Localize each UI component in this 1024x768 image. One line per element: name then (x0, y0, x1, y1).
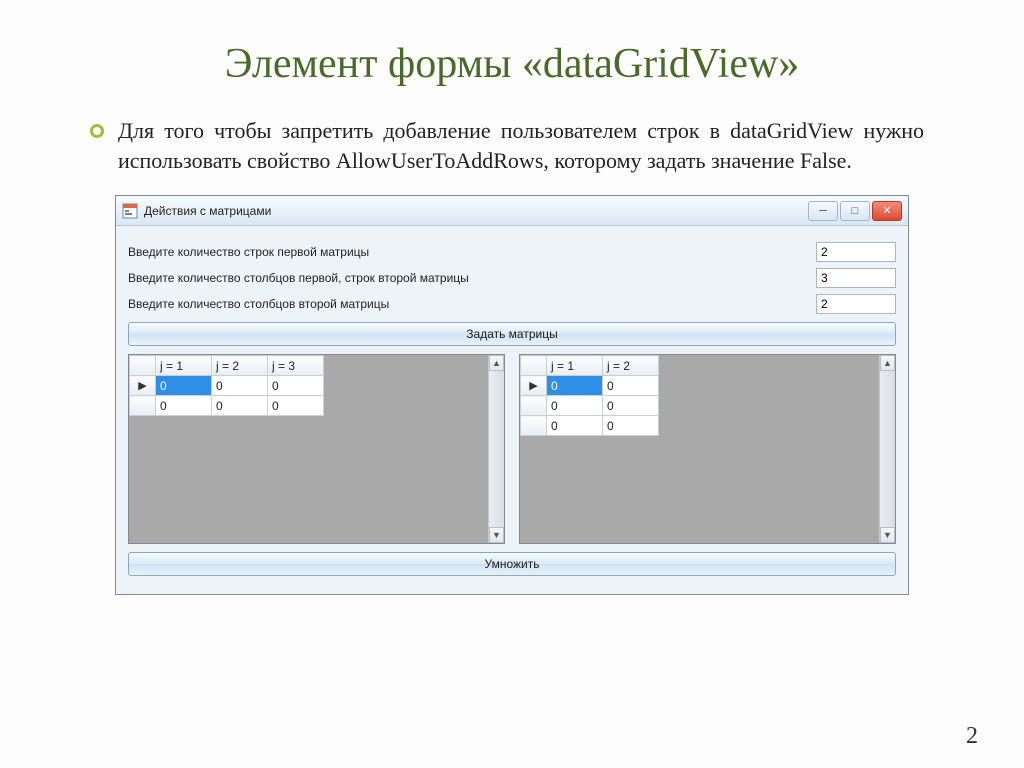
grid-cell[interactable]: 0 (212, 376, 268, 396)
minimize-button[interactable]: ─ (808, 201, 838, 221)
scrollbar-vertical[interactable]: ▲ ▼ (879, 355, 895, 543)
table-row[interactable]: 00 (521, 396, 659, 416)
input-cols1-rows2[interactable] (816, 268, 896, 288)
column-header[interactable]: j = 2 (212, 356, 268, 376)
row-header[interactable] (130, 396, 156, 416)
grid-cell[interactable]: 0 (547, 396, 603, 416)
column-header[interactable]: j = 1 (547, 356, 603, 376)
set-matrices-button[interactable]: Задать матрицы (128, 322, 896, 346)
row-header[interactable]: ▶ (130, 376, 156, 396)
column-header[interactable]: j = 3 (268, 356, 324, 376)
page-number: 2 (966, 723, 978, 750)
label-rows1: Введите количество строк первой матрицы (128, 245, 816, 259)
close-button[interactable]: ✕ (872, 201, 902, 221)
bullet-icon (90, 124, 104, 138)
scroll-down-icon[interactable]: ▼ (489, 527, 504, 543)
scroll-up-icon[interactable]: ▲ (489, 355, 504, 371)
bullet-text: Для того чтобы запретить добавление поль… (118, 116, 924, 175)
table-row[interactable]: 000 (130, 396, 324, 416)
grid-cell[interactable]: 0 (156, 376, 212, 396)
datagridview-2[interactable]: j = 1j = 2▶000000 ▲ ▼ (519, 354, 896, 544)
table-row[interactable]: 00 (521, 416, 659, 436)
grid-corner (521, 356, 547, 376)
scrollbar-vertical[interactable]: ▲ ▼ (488, 355, 504, 543)
datagridview-1[interactable]: j = 1j = 2j = 3▶000000 ▲ ▼ (128, 354, 505, 544)
scroll-down-icon[interactable]: ▼ (880, 527, 895, 543)
column-header[interactable]: j = 1 (156, 356, 212, 376)
grid-cell[interactable]: 0 (268, 396, 324, 416)
input-rows1[interactable] (816, 242, 896, 262)
label-cols1-rows2: Введите количество столбцов первой, стро… (128, 271, 816, 285)
grid-cell[interactable]: 0 (603, 416, 659, 436)
grid-cell[interactable]: 0 (547, 416, 603, 436)
grid-cell[interactable]: 0 (268, 376, 324, 396)
scroll-up-icon[interactable]: ▲ (880, 355, 895, 371)
maximize-button[interactable]: □ (840, 201, 870, 221)
table-row[interactable]: ▶000 (130, 376, 324, 396)
label-cols2: Введите количество столбцов второй матри… (128, 297, 816, 311)
row-header[interactable] (521, 396, 547, 416)
screenshot-window-frame: Действия с матрицами ─ □ ✕ Введите колич… (115, 195, 909, 595)
grid-cell[interactable]: 0 (212, 396, 268, 416)
bullet-item: Для того чтобы запретить добавление поль… (60, 116, 964, 175)
column-header[interactable]: j = 2 (603, 356, 659, 376)
grid-cell[interactable]: 0 (156, 396, 212, 416)
grid-cell[interactable]: 0 (603, 396, 659, 416)
grid-cell[interactable]: 0 (547, 376, 603, 396)
input-cols2[interactable] (816, 294, 896, 314)
form-icon (122, 203, 138, 219)
window-titlebar[interactable]: Действия с матрицами ─ □ ✕ (116, 196, 908, 226)
row-header[interactable]: ▶ (521, 376, 547, 396)
grid-cell[interactable]: 0 (603, 376, 659, 396)
row-header[interactable] (521, 416, 547, 436)
window-title: Действия с матрицами (144, 204, 271, 218)
multiply-button[interactable]: Умножить (128, 552, 896, 576)
slide-title: Элемент формы «dataGridView» (60, 40, 964, 88)
table-row[interactable]: ▶00 (521, 376, 659, 396)
grid-corner (130, 356, 156, 376)
